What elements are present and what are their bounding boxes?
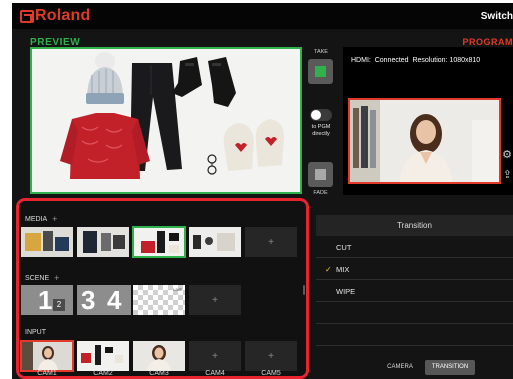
cam2-thumb[interactable] xyxy=(77,341,129,371)
cam3-label: CAM3 xyxy=(149,370,169,377)
cam-thumb-image xyxy=(77,341,129,371)
scene-tile-digit: 1 xyxy=(38,285,53,315)
cam3-thumb[interactable] xyxy=(133,341,185,371)
checkmark-icon: ✓ xyxy=(325,265,332,274)
cam-thumb-image xyxy=(21,341,73,371)
transition-empty-row xyxy=(316,303,513,324)
cam1-thumb-program[interactable] xyxy=(20,340,74,372)
transition-option-mix[interactable]: ✓ MIX xyxy=(316,259,513,280)
scene-tile-live[interactable]: LIVE xyxy=(133,285,185,315)
cam5-label: CAM5 xyxy=(261,370,281,377)
cam5-empty-slot[interactable]: + xyxy=(245,341,297,371)
switch-title: Switch xyxy=(480,11,513,22)
cam4-label: CAM4 xyxy=(205,370,225,377)
scene-section-header: SCENE + xyxy=(25,273,59,283)
transition-option-cut[interactable]: CUT xyxy=(316,237,513,258)
media-thumb-image xyxy=(189,227,241,257)
roland-logo: Roland xyxy=(20,7,91,24)
live-badge: LIVE xyxy=(173,287,182,292)
scene-tile-sub-digit: 2 xyxy=(53,299,65,311)
media-thumb-4[interactable] xyxy=(189,227,241,257)
hdmi-status: HDMI: Connected Resolution: 1080x810 xyxy=(351,57,481,64)
preview-monitor[interactable] xyxy=(30,47,302,194)
top-bar: Roland Switch xyxy=(12,3,513,29)
cam1-label: CAM1 xyxy=(37,370,57,377)
transition-option-wipe[interactable]: WIPE xyxy=(316,281,513,302)
cam2-label: CAM2 xyxy=(93,370,113,377)
media-label: MEDIA xyxy=(25,215,48,223)
scene-tile-digit: 4 xyxy=(107,285,122,315)
transition-empty-row xyxy=(316,325,513,346)
tab-transition[interactable]: TRANSITION xyxy=(425,360,475,375)
scene-label: SCENE xyxy=(25,274,50,282)
tab-camera[interactable]: CAMERA xyxy=(375,360,425,375)
media-section-header: MEDIA + xyxy=(25,214,57,224)
preview-image xyxy=(32,49,300,192)
take-label: TAKE xyxy=(314,49,328,55)
program-image xyxy=(350,100,499,182)
transition-panel: Transition CUT ✓ MIX WIPE CAMERA TRANSIT… xyxy=(316,215,513,379)
input-section-header: INPUT xyxy=(25,329,46,336)
media-thumb-image xyxy=(133,227,185,257)
source-selector-panel: MEDIA + + SCENE + 1 2 3 4 LIVE + INPUT +… xyxy=(16,198,309,379)
program-label: PROGRAM xyxy=(462,37,513,47)
to-pgm-label-line1: to PGM xyxy=(311,124,331,130)
scene-tile-digit: 3 xyxy=(81,285,96,315)
transition-option-label: CUT xyxy=(336,243,352,252)
cam-thumb-image xyxy=(133,341,185,371)
plus-icon[interactable]: + xyxy=(54,273,59,283)
media-thumb-image xyxy=(77,227,129,257)
scene-add-slot[interactable]: + xyxy=(189,285,241,315)
fade-button[interactable] xyxy=(308,162,333,187)
scene-scrollbar[interactable] xyxy=(303,285,305,295)
toggle-knob xyxy=(311,110,321,120)
to-pgm-directly-toggle[interactable] xyxy=(310,109,332,121)
media-thumb-1[interactable] xyxy=(21,227,73,257)
panel-tab-bar: CAMERA TRANSITION xyxy=(375,360,475,375)
cam4-empty-slot[interactable]: + xyxy=(189,341,241,371)
media-thumb-2[interactable] xyxy=(77,227,129,257)
media-thumb-image xyxy=(21,227,73,257)
to-pgm-directly-label: to PGM directly xyxy=(302,124,340,138)
scene-tile-2[interactable]: 3 4 xyxy=(77,285,131,315)
app-window: Roland Switch PREVIEW PROGRAM TAKE to PG… xyxy=(12,3,513,379)
to-pgm-label-line2: directly xyxy=(312,131,330,137)
share-icon[interactable]: ⇪ xyxy=(503,170,512,181)
program-panel: HDMI: Connected Resolution: 1080x810 xyxy=(343,47,513,195)
scene-tile-1[interactable]: 1 2 xyxy=(21,285,73,315)
roland-logo-mark xyxy=(20,9,34,23)
media-thumb-3-preview[interactable] xyxy=(132,226,186,258)
transition-option-label: WIPE xyxy=(336,287,356,296)
program-monitor[interactable] xyxy=(348,98,501,184)
transition-option-label: MIX xyxy=(336,265,350,274)
input-label: INPUT xyxy=(25,329,46,336)
take-button[interactable] xyxy=(308,59,333,84)
roland-logo-text: Roland xyxy=(35,7,91,24)
transition-title: Transition xyxy=(316,215,513,236)
fade-label: FADE xyxy=(313,190,328,196)
plus-icon[interactable]: + xyxy=(52,214,57,224)
gear-icon[interactable]: ⚙ xyxy=(502,150,512,161)
media-add-slot[interactable]: + xyxy=(245,227,297,257)
